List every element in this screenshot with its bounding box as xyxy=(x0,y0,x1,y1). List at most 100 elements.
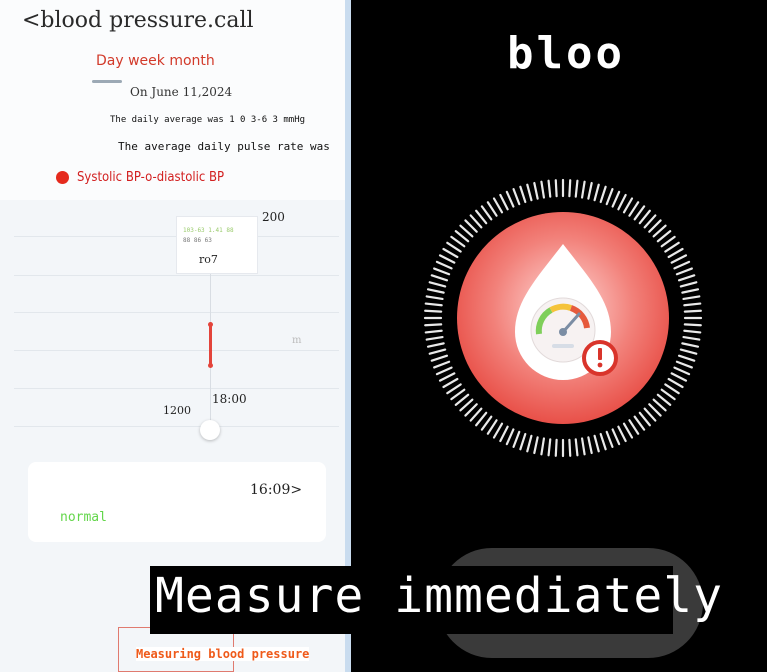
progress-tick xyxy=(554,438,558,457)
progress-tick xyxy=(442,247,459,259)
progress-tick xyxy=(643,214,657,229)
progress-tick xyxy=(622,422,634,439)
daily-average-text: The daily average was 1 0 3-6 3 mmHg xyxy=(110,115,306,125)
progress-tick xyxy=(667,247,684,259)
progress-tick xyxy=(540,437,546,456)
progress-tick xyxy=(617,193,627,211)
progress-tick xyxy=(670,372,688,382)
progress-tick xyxy=(499,193,509,211)
progress-tick xyxy=(425,295,444,301)
progress-tick xyxy=(605,430,614,448)
progress-tick xyxy=(430,274,449,282)
record-card[interactable]: 16:09> normal xyxy=(28,462,326,542)
diastolic-point xyxy=(208,363,213,368)
progress-tick xyxy=(486,201,498,217)
progress-tick xyxy=(475,411,488,427)
progress-tick xyxy=(670,254,688,264)
progress-tick xyxy=(469,407,483,422)
progress-tick xyxy=(683,302,702,307)
progress-tick xyxy=(599,432,607,451)
progress-tick xyxy=(424,309,443,313)
page-title[interactable]: <blood pressure.call xyxy=(22,8,254,33)
progress-tick xyxy=(469,214,483,229)
progress-tick xyxy=(638,411,651,427)
progress-tick xyxy=(679,348,698,355)
progress-tick xyxy=(424,302,443,307)
progress-tick xyxy=(587,181,593,200)
y-axis-top-label: 200 xyxy=(262,210,285,224)
progress-tick xyxy=(660,388,676,401)
grid-line xyxy=(14,388,339,389)
warning-icon xyxy=(582,340,618,376)
progress-tick xyxy=(426,288,445,294)
record-time[interactable]: 16:09> xyxy=(250,482,302,498)
progress-tick xyxy=(683,323,702,327)
bp-range-bar[interactable] xyxy=(209,325,212,367)
progress-tick xyxy=(433,267,451,276)
progress-tick xyxy=(605,188,614,206)
progress-tick xyxy=(459,398,474,412)
progress-tick xyxy=(652,398,667,412)
progress-tick xyxy=(683,329,702,334)
progress-tick xyxy=(424,329,443,334)
tooltip-line-2: 88 86 63 xyxy=(183,237,212,244)
progress-tick xyxy=(424,323,443,327)
progress-tick xyxy=(512,188,521,206)
grid-line xyxy=(14,275,339,276)
progress-tick xyxy=(475,209,488,225)
progress-tick xyxy=(667,377,684,389)
grid-line xyxy=(14,426,339,427)
progress-tick xyxy=(648,403,662,417)
progress-tick xyxy=(675,267,693,276)
systolic-point xyxy=(208,322,213,327)
progress-tick xyxy=(492,422,504,439)
progress-tick xyxy=(617,425,627,443)
chart-tooltip: 103-63 1.41 88 88 86 63 ro7 xyxy=(176,216,258,274)
pulse-average-text: The average daily pulse rate was xyxy=(118,140,330,153)
progress-tick xyxy=(643,407,657,422)
progress-tick xyxy=(580,437,586,456)
progress-tick xyxy=(450,388,466,401)
progress-tick xyxy=(505,428,515,446)
progress-tick xyxy=(442,377,459,389)
progress-tick xyxy=(512,430,521,448)
progress-tick xyxy=(450,235,466,248)
progress-tick xyxy=(633,205,646,221)
progress-tick xyxy=(574,179,579,198)
legend-dot-icon xyxy=(56,171,69,184)
date-label: On June 11,2024 xyxy=(130,85,233,99)
progress-tick xyxy=(499,425,509,443)
chart-legend: Systolic BP-o-diastolic BP xyxy=(56,170,224,185)
progress-tick xyxy=(435,260,453,270)
progress-tick xyxy=(486,419,498,435)
progress-tick xyxy=(446,241,462,253)
progress-tick xyxy=(673,260,691,270)
period-tabs[interactable]: Day week month xyxy=(96,53,215,69)
progress-tick xyxy=(681,288,700,294)
x-axis-time-label: 18:00 xyxy=(212,392,247,406)
progress-tick xyxy=(587,436,593,455)
bp-chart[interactable]: 200 m 103-63 1.41 88 88 86 63 ro7 18:00 … xyxy=(0,200,345,460)
progress-tick xyxy=(677,354,696,362)
progress-tick xyxy=(459,224,474,238)
grid-line xyxy=(14,312,339,313)
progress-tick xyxy=(454,230,470,243)
progress-tick xyxy=(519,185,527,204)
caption-text: Measure immediately xyxy=(155,568,724,624)
progress-tick xyxy=(593,434,600,453)
progress-tick xyxy=(568,179,572,198)
progress-tick xyxy=(675,360,693,369)
progress-tick xyxy=(428,348,447,355)
progress-tick xyxy=(638,209,651,225)
progress-tick xyxy=(454,393,470,406)
chart-scrubber-handle[interactable] xyxy=(200,420,220,440)
progress-tick xyxy=(593,183,600,202)
progress-tick xyxy=(568,438,572,457)
measure-dial[interactable] xyxy=(415,170,711,466)
progress-tick xyxy=(681,342,700,348)
progress-tick xyxy=(425,335,444,341)
measure-button-label[interactable]: Measuring blood pressure xyxy=(136,647,310,661)
progress-tick xyxy=(533,181,539,200)
tooltip-label: ro7 xyxy=(199,253,218,266)
progress-tick xyxy=(673,366,691,376)
